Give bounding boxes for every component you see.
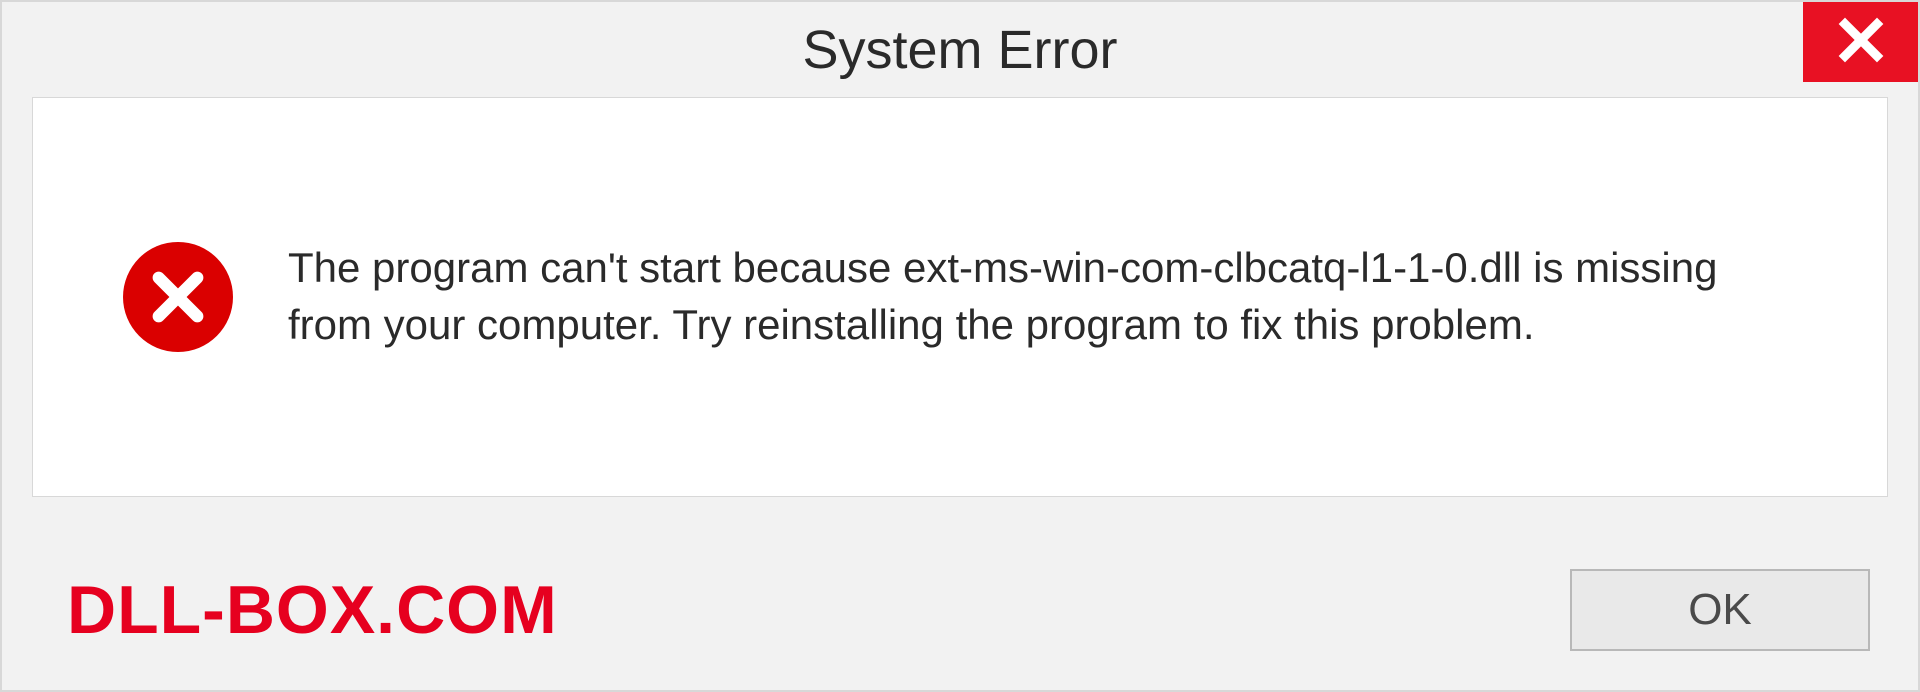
close-button[interactable] (1803, 2, 1918, 82)
dialog-footer: DLL-BOX.COM OK (2, 530, 1918, 690)
ok-button-label: OK (1688, 585, 1752, 635)
error-icon (123, 242, 233, 352)
system-error-dialog: System Error The program can't start bec… (0, 0, 1920, 692)
error-icon-wrap (123, 242, 233, 352)
error-message: The program can't start because ext-ms-w… (288, 240, 1768, 353)
titlebar: System Error (2, 2, 1918, 97)
watermark-text: DLL-BOX.COM (67, 571, 558, 649)
dialog-title: System Error (802, 19, 1117, 81)
close-icon (1837, 16, 1885, 69)
content-panel: The program can't start because ext-ms-w… (32, 97, 1888, 497)
ok-button[interactable]: OK (1570, 569, 1870, 651)
